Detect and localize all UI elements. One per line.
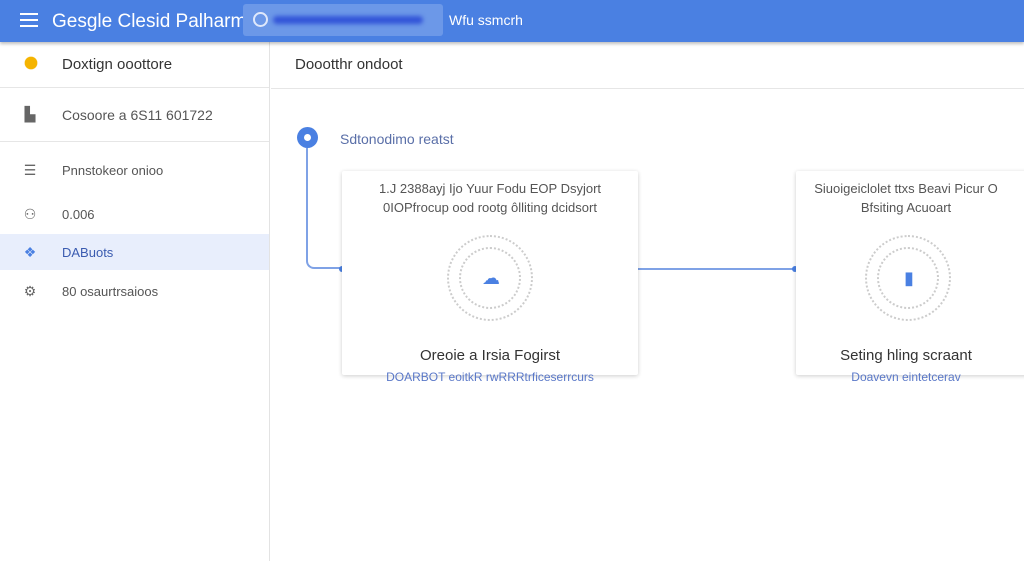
card-icon: ▮ — [865, 235, 951, 321]
card-title: Seting hling scraant — [840, 347, 972, 364]
list-icon: ☰ — [23, 161, 37, 178]
page-title: Doootthr ondoot — [271, 42, 1024, 89]
settings-icon: ⚙ — [23, 282, 37, 299]
sidebar-item-2[interactable]: ⚇ 0.006 — [0, 196, 269, 232]
chip-icon: ⚇ — [23, 205, 37, 222]
summary-label: Cosoore a 6S11 601722 — [62, 106, 213, 123]
sidebar-item-label: Pnnstokeor onioo — [62, 162, 164, 178]
app-title: Gesgle Clesid Palharm — [52, 11, 247, 32]
cloud-icon: ☁ — [447, 235, 533, 321]
sidebar-item-label: 80 osaurtrsaioos — [62, 283, 159, 299]
project-name: Doxtign ooottore — [62, 56, 173, 73]
card-description: Siuoigeiclolet ttxs Beavi Picur O Bfsitin… — [814, 181, 998, 215]
sidebar: Doxtign ooottore ▙ Cosoore a 6S11 601722 … — [0, 42, 270, 561]
sidebar-item-4[interactable]: ⚙ 80 osaurtrsaioos — [0, 273, 269, 309]
project-selector[interactable]: Doxtign ooottore — [0, 42, 269, 88]
card-title: Oreoie a Irsia Fogirst — [419, 347, 561, 364]
card-link[interactable]: Doavevn eintetcerav — [756, 370, 1024, 384]
sidebar-item-label: DABuots — [62, 244, 114, 260]
card-description: 1.J 2388ayj Ijo Yuur Fodu EOP Dsyjort 0IO… — [378, 181, 602, 215]
apps-icon: ❖ — [23, 243, 37, 260]
sidebar-item-1[interactable]: ☰ Pnnstokeor onioo — [0, 152, 269, 188]
sidebar-item-3[interactable]: ❖ DABuots — [0, 234, 269, 270]
search-button[interactable]: Wfu ssmcrh — [449, 12, 523, 28]
connector-line — [638, 268, 796, 270]
card-link[interactable]: DOARBOT eoitkR rwRRRtrficeserrcurs — [342, 370, 638, 384]
top-bar: Gesgle Clesid Palharm Wfu ssmcrh — [0, 0, 1024, 42]
step-indicator-icon — [297, 127, 318, 148]
search-icon — [253, 12, 268, 27]
menu-icon[interactable] — [20, 13, 38, 27]
connector-line — [306, 148, 342, 269]
create-project-card[interactable]: 1.J 2388ayj Ijo Yuur Fodu EOP Dsyjort 0IO… — [342, 171, 638, 384]
sidebar-summary[interactable]: ▙ Cosoore a 6S11 601722 — [0, 88, 269, 142]
step-label: Sdtonodimo reatst — [340, 131, 454, 147]
billing-account-card[interactable]: Siuoigeiclolet ttxs Beavi Picur O Bfsitin… — [796, 171, 1024, 384]
bar-chart-icon: ▙ — [24, 106, 36, 122]
search-text-redacted — [273, 16, 423, 24]
search-input[interactable] — [243, 4, 443, 36]
sidebar-item-label: 0.006 — [62, 206, 95, 222]
project-logo-icon — [22, 54, 40, 75]
